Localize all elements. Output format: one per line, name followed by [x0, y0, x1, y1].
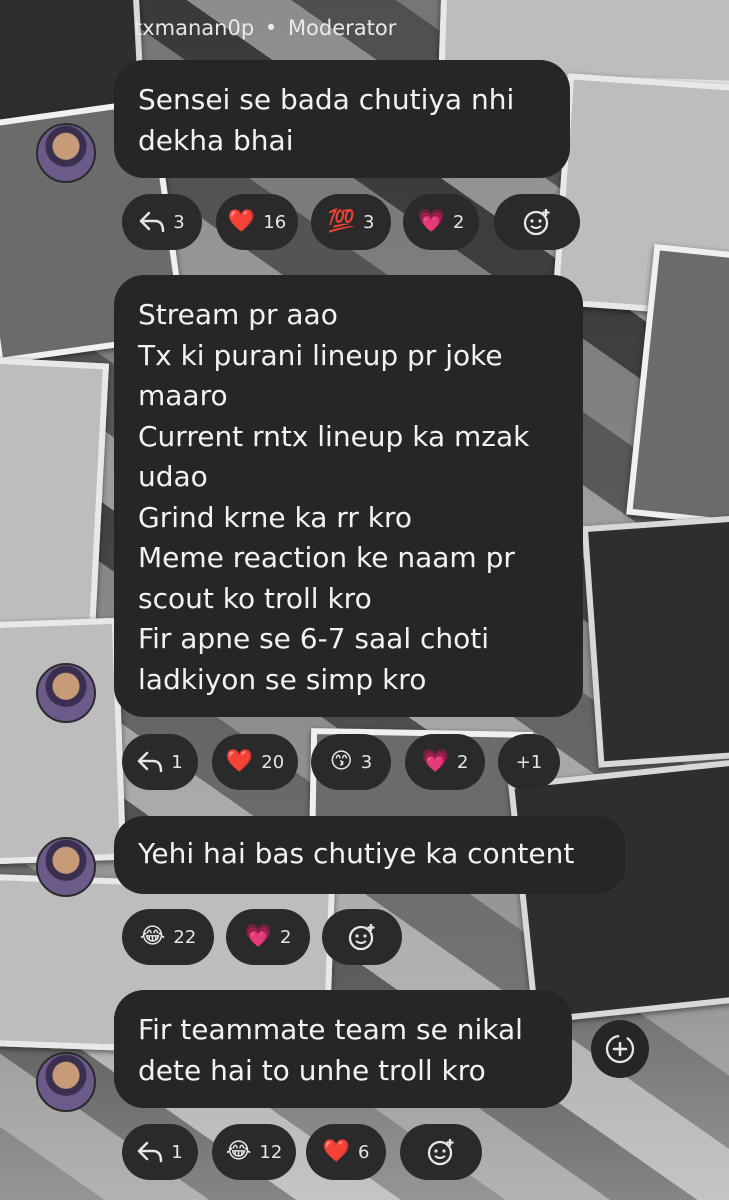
add-reaction-button[interactable] [322, 909, 402, 965]
message-text-line: Fir teammate team se nikal [138, 1013, 523, 1046]
reaction-count: 3 [362, 211, 375, 233]
reaction-count: 16 [263, 211, 287, 233]
reaction-chip[interactable]: 💯 3 [311, 194, 391, 250]
message-text-line: scout ko troll kro [138, 581, 372, 615]
message-bubble[interactable]: Yehi hai bas chutiye ka content [114, 816, 626, 894]
add-reaction-icon [348, 924, 375, 951]
message-text-line: Tx ki purani lineup pr joke [138, 338, 503, 372]
reaction-chip[interactable]: 💗 2 [226, 909, 310, 965]
message-text-line: Current rntx lineup ka mzak [138, 419, 530, 453]
reply-count: 1 [171, 751, 183, 773]
reaction-count: 6 [357, 1141, 370, 1163]
avatar[interactable] [36, 663, 96, 723]
author-username[interactable]: txmanan0p [134, 16, 254, 40]
reaction-count: 3 [360, 751, 373, 773]
reaction-count: 2 [279, 926, 292, 948]
message-text-line: Meme reaction ke naam pr [138, 541, 515, 574]
hundred-points-icon: 💯 [327, 209, 355, 234]
reaction-chip[interactable]: 😂 12 [212, 1124, 296, 1180]
heart-icon: ❤️ [225, 749, 254, 774]
message-text-line: ladkiyon se simp kro [138, 662, 427, 696]
laughing-tears-icon: 😂 [139, 924, 166, 949]
reply-count-chip[interactable]: 1 [122, 1124, 198, 1180]
reaction-count: 2 [452, 211, 465, 233]
author-separator: • [264, 16, 278, 40]
reaction-chip[interactable]: 💗 2 [403, 194, 479, 250]
reaction-chip[interactable]: ❤️ 16 [216, 194, 298, 250]
add-reaction-icon [523, 209, 550, 236]
laughing-tears-icon: 😂 [225, 1139, 252, 1164]
growing-heart-icon: 💗 [421, 749, 449, 774]
reaction-count: 2 [456, 751, 469, 773]
message-text-line: Fir apne se 6-7 saal choti [138, 622, 490, 655]
message-text-line: Sensei se bada chutiya nhi [138, 83, 515, 116]
reaction-chip[interactable]: 😂 22 [122, 909, 214, 965]
reaction-count: 20 [261, 751, 285, 773]
author-role: Moderator [287, 16, 397, 40]
reply-icon [140, 211, 165, 233]
avatar[interactable] [36, 1052, 96, 1112]
more-reactions-chip[interactable]: +1 [498, 734, 560, 790]
add-reaction-button[interactable] [591, 1020, 649, 1078]
avatar[interactable] [36, 123, 96, 183]
more-reactions-count: +1 [515, 751, 543, 773]
reaction-chip[interactable]: ❤️ 6 [306, 1124, 386, 1180]
message-text-line: dete hai to unhe troll kro [138, 1053, 486, 1087]
reply-count: 3 [173, 211, 185, 233]
add-reaction-button[interactable] [400, 1124, 482, 1180]
add-reaction-button[interactable] [494, 194, 580, 250]
reaction-count: 22 [173, 926, 197, 948]
avatar[interactable] [36, 837, 96, 897]
kissing-face-icon: 😙 [329, 749, 353, 774]
heart-icon: ❤️ [227, 209, 256, 234]
reaction-chip[interactable]: 😙 3 [311, 734, 391, 790]
growing-heart-icon: 💗 [244, 924, 272, 949]
message-bubble[interactable]: Fir teammate team se nikal dete hai to u… [114, 990, 572, 1108]
reply-count: 1 [171, 1141, 183, 1163]
message-bubble[interactable]: Stream pr aao Tx ki purani lineup pr jok… [114, 275, 583, 717]
add-reaction-circle-icon [605, 1034, 635, 1064]
reaction-chip[interactable]: ❤️ 20 [212, 734, 298, 790]
message-text-line: udao [138, 460, 208, 493]
message-text-line: dekha bhai [138, 123, 294, 157]
reply-icon [138, 1141, 163, 1163]
message-text-line: Yehi hai bas chutiye ka content [138, 837, 575, 870]
message-text-line: Stream pr aao [138, 298, 338, 331]
message-text-line: Grind krne ka rr kro [138, 500, 412, 534]
reply-icon [138, 751, 163, 773]
reaction-count: 12 [259, 1141, 283, 1163]
message-author[interactable]: txmanan0p • Moderator [134, 16, 396, 40]
reaction-chip[interactable]: 💗 2 [405, 734, 485, 790]
message-text-line: maaro [138, 379, 228, 412]
add-reaction-icon [427, 1139, 454, 1166]
reply-count-chip[interactable]: 1 [122, 734, 198, 790]
reply-count-chip[interactable]: 3 [122, 194, 202, 250]
growing-heart-icon: 💗 [417, 209, 445, 234]
heart-icon: ❤️ [322, 1139, 350, 1164]
message-bubble[interactable]: Sensei se bada chutiya nhi dekha bhai [114, 60, 570, 178]
